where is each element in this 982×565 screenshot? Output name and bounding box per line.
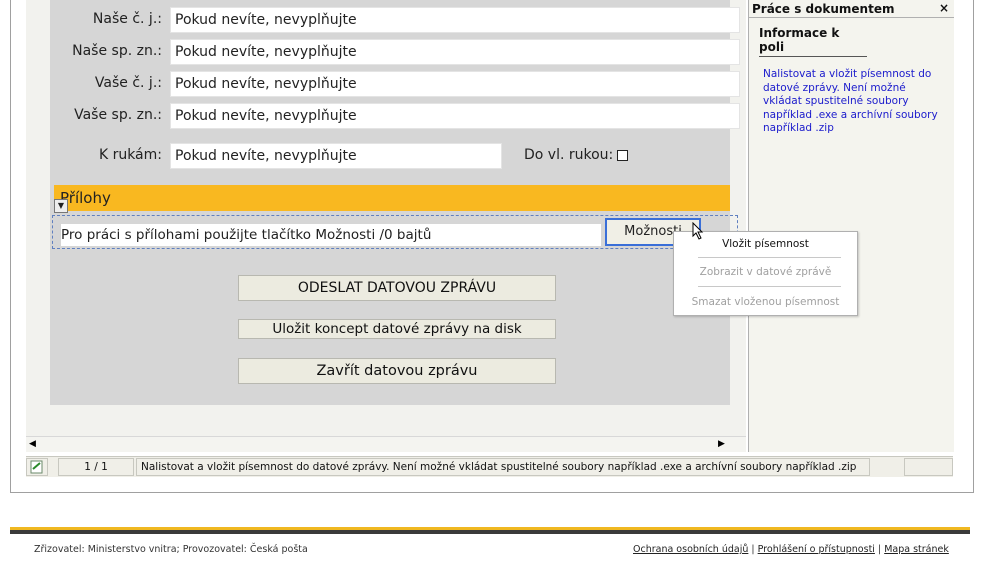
attachments-row: Pro práci s přílohami použijte tlačítko … [52,215,738,249]
collapse-toggle-icon[interactable]: ▼ [54,199,68,213]
document-panel: Práce s dokumentem × Informace k poli Na… [748,0,954,452]
options-context-menu: Vložit písemnost Zobrazit v datové zpráv… [673,231,858,316]
close-message-button[interactable]: Zavřít datovou zprávu [238,358,556,384]
scroll-left-icon[interactable]: ◀ [29,437,36,451]
save-draft-button[interactable]: Uložit koncept datové zprávy na disk [238,319,556,339]
edit-document-icon [30,460,43,474]
form-canvas: Naše č. j.: Pokud nevíte, nevyplňujte Na… [50,0,740,405]
close-icon[interactable]: × [939,1,949,15]
field-input-nase-cj[interactable]: Pokud nevíte, nevyplňujte [170,7,740,33]
field-label-k-rukam: K rukám: [98,147,162,163]
attachments-section-bar: Přílohy [54,185,730,211]
field-label-vase-spzn: Vaše sp. zn.: [74,107,162,123]
field-input-vase-cj[interactable]: Pokud nevíte, nevyplňujte [170,71,740,97]
footer-operator-text: Zřizovatel: Ministerstvo vnitra; Provozo… [34,544,308,555]
tab-field-info[interactable]: Informace k poli [759,26,867,57]
send-message-button[interactable]: ODESLAT DATOVOU ZPRÁVU [238,275,556,301]
field-label-nase-spzn: Naše sp. zn.: [72,43,162,59]
footer-separator: | [748,544,758,555]
status-message: Nalistovat a vložit písemnost do datové … [136,458,870,476]
page-indicator: 1 / 1 [58,458,134,476]
menu-separator [698,257,841,258]
form-window: Naše č. j.: Pokud nevíte, nevyplňujte Na… [26,0,746,452]
scroll-right-icon[interactable]: ▶ [718,437,725,451]
field-input-k-rukam[interactable]: Pokud nevíte, nevyplňujte [170,143,502,169]
menu-item-delete-document[interactable]: Smazat vloženou písemnost [674,296,857,308]
sitemap-link[interactable]: Mapa stránek [884,544,949,555]
menu-item-show-in-message[interactable]: Zobrazit v datové zprávě [674,266,857,278]
status-cell-icon [26,458,48,476]
horizontal-scrollbar[interactable]: ◀ ▶ [26,436,746,452]
privacy-link[interactable]: Ochrana osobních údajů [633,544,748,555]
do-vl-rukou-checkbox[interactable] [617,150,628,161]
field-input-nase-spzn[interactable]: Pokud nevíte, nevyplňujte [170,39,740,65]
mouse-cursor-icon [692,222,704,240]
accessibility-link[interactable]: Prohlášení o přístupnosti [758,544,875,555]
footer-divider [10,527,970,534]
status-cell-empty [904,458,953,476]
footer-links: Ochrana osobních údajů | Prohlášení o př… [633,544,949,555]
field-input-vase-spzn[interactable]: Pokud nevíte, nevyplňujte [170,103,740,129]
field-label-vase-cj: Vaše č. j.: [94,75,162,91]
field-info-text: Nalistovat a vložit písemnost do datové … [763,68,938,134]
menu-separator [698,286,841,287]
status-bar: 1 / 1 Nalistovat a vložit písemnost do d… [26,456,953,477]
field-label-nase-cj: Naše č. j.: [92,11,162,27]
panel-divider [749,17,954,18]
do-vl-rukou-label: Do vl. rukou: [524,147,614,163]
footer-separator: | [874,544,885,555]
panel-title: Práce s dokumentem [752,2,895,16]
attachments-info: Pro práci s přílohami použijte tlačítko … [61,224,601,246]
